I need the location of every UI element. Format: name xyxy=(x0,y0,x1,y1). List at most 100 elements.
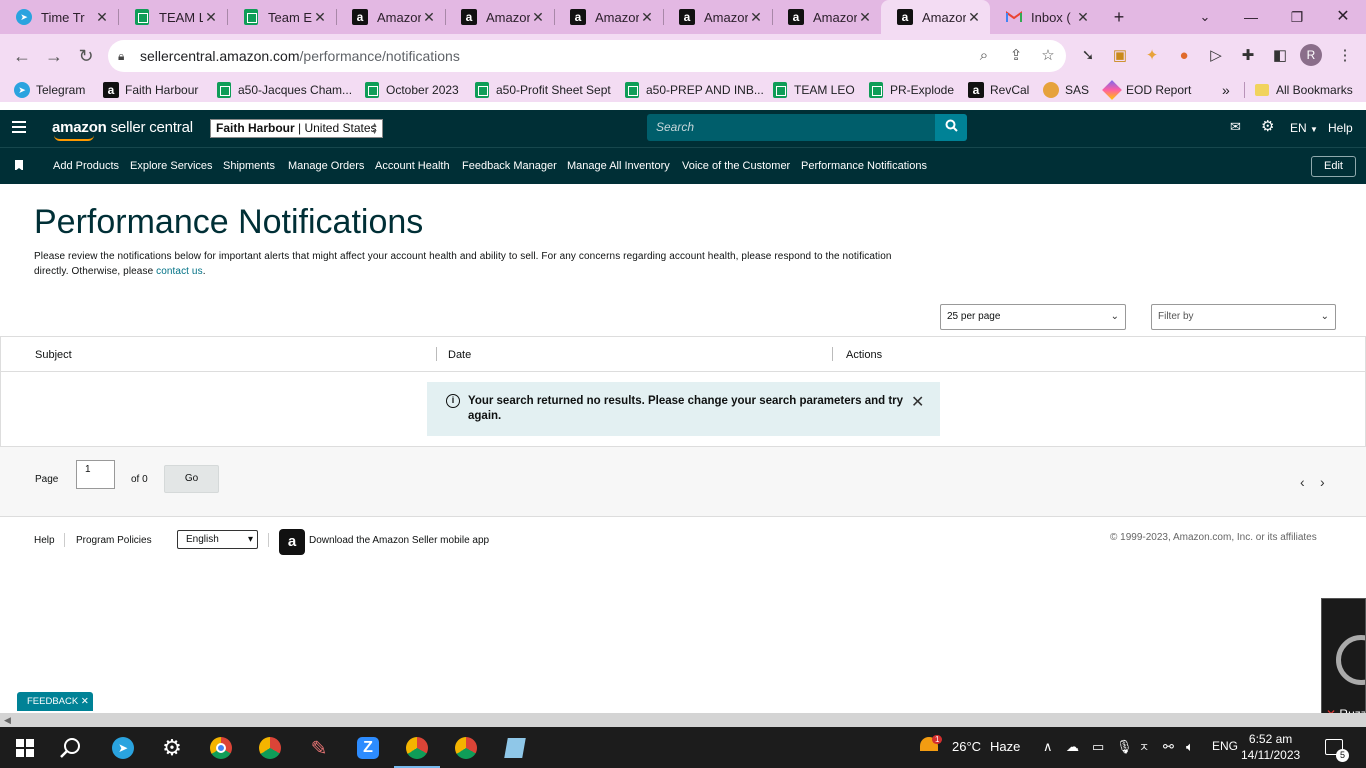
download-app-link[interactable]: Download the Amazon Seller mobile app xyxy=(309,535,489,546)
address-bar[interactable]: 🔒︎ sellercentral.amazon.com/performance/… xyxy=(108,40,1066,72)
reload-icon[interactable]: ↻ xyxy=(74,44,98,68)
chevron-left-icon[interactable]: ‹ xyxy=(1300,474,1305,490)
extension-icon[interactable]: ➘ xyxy=(1076,44,1100,68)
close-icon[interactable]: ✕ xyxy=(81,696,89,707)
bookmark-star-icon[interactable]: ☆ xyxy=(1036,44,1060,68)
extension-icon[interactable]: ▷ xyxy=(1204,44,1228,68)
amazon-app-icon[interactable]: a xyxy=(279,529,305,555)
browser-tab-active[interactable]: a Amazor ✕ xyxy=(881,0,990,34)
settings-icon[interactable]: ⚙ xyxy=(1261,117,1274,135)
all-bookmarks-folder[interactable]: All Bookmarks xyxy=(1254,81,1353,99)
search-input[interactable]: Search xyxy=(647,114,935,141)
nav-link-manage-all-inventory[interactable]: Manage All Inventory xyxy=(567,160,670,172)
windows-start-icon[interactable] xyxy=(12,735,38,761)
weather-temp[interactable]: 26°C xyxy=(952,739,981,754)
minimize-icon[interactable]: — xyxy=(1239,5,1263,29)
system-clock[interactable]: 6:52 am 14/11/2023 xyxy=(1241,731,1300,763)
bookmark-item[interactable]: a50-Profit Sheet Sept xyxy=(474,81,611,99)
chrome-icon[interactable] xyxy=(208,735,234,761)
contact-us-link[interactable]: contact us xyxy=(156,266,203,277)
bookmark-item[interactable]: SAS xyxy=(1043,81,1089,99)
browser-tab[interactable]: TEAM L ✕ xyxy=(118,0,227,34)
help-link[interactable]: Help xyxy=(1328,121,1353,135)
nav-link-manage-orders[interactable]: Manage Orders xyxy=(288,160,364,172)
extension-icon[interactable]: ▣ xyxy=(1108,44,1132,68)
browser-tab[interactable]: Inbox ( ✕ xyxy=(990,0,1099,34)
ime-icon[interactable]: ㅈ xyxy=(1139,739,1149,755)
show-hidden-icons[interactable]: ∧ xyxy=(1043,739,1053,755)
onedrive-icon[interactable]: ☁ xyxy=(1066,739,1079,755)
column-header-date[interactable]: Date xyxy=(448,349,471,361)
close-tab-icon[interactable]: ✕ xyxy=(857,9,873,25)
nav-link-performance-notifications[interactable]: Performance Notifications xyxy=(801,160,927,172)
restore-icon[interactable]: ❐ xyxy=(1285,5,1309,29)
profile-avatar[interactable]: R xyxy=(1300,44,1322,66)
search-icon[interactable] xyxy=(58,735,84,761)
bookmark-item[interactable]: a Faith Harbour xyxy=(103,81,198,99)
close-tab-icon[interactable]: ✕ xyxy=(312,9,328,25)
microphone-icon[interactable]: 🎙︎ xyxy=(1116,739,1133,755)
footer-help-link[interactable]: Help xyxy=(34,535,55,546)
close-icon[interactable]: ✕ xyxy=(911,392,924,412)
page-number-input[interactable]: 1 xyxy=(76,460,115,489)
browser-tab[interactable]: a Amazor ✕ xyxy=(445,0,554,34)
close-tab-icon[interactable]: ✕ xyxy=(966,9,982,25)
bookmark-item[interactable]: a50-PREP AND INB... xyxy=(624,81,764,99)
feedback-button[interactable]: FEEDBACK ✕ xyxy=(17,692,93,711)
language-selector[interactable]: EN ▼ xyxy=(1290,121,1318,135)
network-icon[interactable]: ⚯ xyxy=(1163,739,1174,755)
nav-link-voice-of-customer[interactable]: Voice of the Customer xyxy=(682,160,790,172)
close-tab-icon[interactable]: ✕ xyxy=(639,9,655,25)
bookmark-item[interactable]: October 2023 xyxy=(364,81,459,99)
extension-icon[interactable]: ✦ xyxy=(1140,44,1164,68)
bookmark-item[interactable]: TEAM LEO xyxy=(772,81,855,99)
browser-tab[interactable]: Team Ex ✕ xyxy=(227,0,336,34)
horizontal-scrollbar[interactable]: ◀ xyxy=(0,713,1366,727)
close-tab-icon[interactable]: ✕ xyxy=(530,9,546,25)
new-tab-icon[interactable]: + xyxy=(1107,5,1131,29)
forward-icon[interactable]: → xyxy=(42,44,66,68)
bookmark-icon[interactable] xyxy=(15,160,23,171)
nav-link-explore-services[interactable]: Explore Services xyxy=(130,160,213,172)
bookmark-item[interactable]: EOD Report xyxy=(1102,80,1191,100)
share-icon[interactable]: ⇪ xyxy=(1004,44,1028,68)
browser-tab[interactable]: a Amazor ✕ xyxy=(554,0,663,34)
close-tab-icon[interactable]: ✕ xyxy=(421,9,437,25)
footer-language-select[interactable]: English ▾ xyxy=(177,530,258,549)
menu-icon[interactable] xyxy=(12,121,26,133)
telegram-icon[interactable]: ➤ xyxy=(110,735,136,761)
close-tab-icon[interactable]: ✕ xyxy=(94,9,110,25)
site-info-icon[interactable]: 🔒︎ xyxy=(118,49,132,64)
chrome-profile-icon[interactable] xyxy=(257,735,283,761)
nav-link-account-health[interactable]: Account Health xyxy=(375,160,450,172)
browser-tab[interactable]: a Amazor ✕ xyxy=(772,0,881,34)
store-selector[interactable]: Faith Harbour | United States ▲ ▼ xyxy=(210,119,383,138)
meet-now-icon[interactable]: ▭ xyxy=(1092,739,1104,755)
volume-icon[interactable]: 🔈︎ xyxy=(1186,739,1194,755)
side-panel-icon[interactable]: ◧ xyxy=(1268,44,1292,68)
seller-central-logo[interactable]: amazon seller central xyxy=(52,119,193,141)
go-button[interactable]: Go xyxy=(164,465,219,493)
browser-tab[interactable]: a Amazor ✕ xyxy=(663,0,772,34)
nav-link-add-products[interactable]: Add Products xyxy=(53,160,119,172)
settings-icon[interactable]: ⚙ xyxy=(159,735,185,761)
video-call-overlay[interactable]: ✕ Ruzz xyxy=(1321,598,1366,727)
search-button[interactable] xyxy=(935,114,967,141)
chrome-active-icon[interactable] xyxy=(404,735,430,761)
close-window-icon[interactable]: ✕ xyxy=(1331,5,1355,29)
browser-tab[interactable]: a Amazor ✕ xyxy=(336,0,445,34)
program-policies-link[interactable]: Program Policies xyxy=(76,535,152,546)
bookmark-item[interactable]: a50-Jacques Cham... xyxy=(216,81,352,99)
close-tab-icon[interactable]: ✕ xyxy=(748,9,764,25)
nav-link-feedback-manager[interactable]: Feedback Manager xyxy=(462,160,557,172)
mail-icon[interactable]: ✉ xyxy=(1230,119,1241,135)
tab-search-icon[interactable]: ⌄ xyxy=(1193,5,1217,29)
more-bookmarks-icon[interactable]: » xyxy=(1222,81,1230,99)
close-tab-icon[interactable]: ✕ xyxy=(203,9,219,25)
zoom-app-icon[interactable]: Z xyxy=(355,735,381,761)
back-icon[interactable]: ← xyxy=(10,44,34,68)
close-tab-icon[interactable]: ✕ xyxy=(1075,9,1091,25)
nav-link-shipments[interactable]: Shipments xyxy=(223,160,275,172)
browser-tab[interactable]: ➤ Time Tr ✕ xyxy=(0,0,118,34)
language-indicator[interactable]: ENG xyxy=(1212,739,1238,753)
